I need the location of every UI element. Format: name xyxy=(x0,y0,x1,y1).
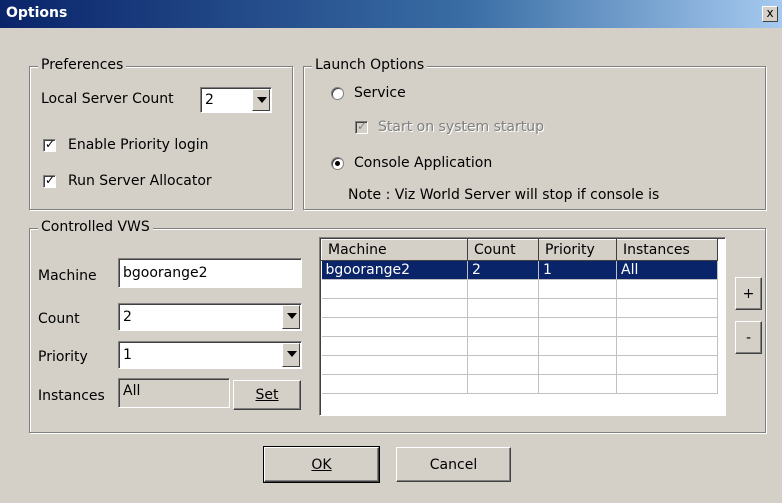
table-row-empty xyxy=(321,336,718,356)
instances-label: Instances xyxy=(38,388,105,404)
preferences-legend: Preferences xyxy=(38,57,127,73)
table-row-empty xyxy=(321,317,718,337)
machine-label: Machine xyxy=(38,268,97,284)
cell-count: 2 xyxy=(467,260,539,280)
console-application-label[interactable]: Console Application xyxy=(354,155,492,171)
preferences-group: Preferences Local Server Count 2 ✓ Enabl… xyxy=(29,57,293,210)
ok-button-label: OK xyxy=(311,456,332,473)
launch-options-group: Launch Options Service ✓ Start on system… xyxy=(303,57,766,210)
table-header-row: Machine Count Priority Instances xyxy=(321,239,718,261)
close-button[interactable]: x xyxy=(762,6,778,22)
enable-priority-login-checkbox[interactable]: ✓ xyxy=(43,137,56,152)
minus-icon: - xyxy=(745,329,752,346)
start-on-startup-label: Start on system startup xyxy=(378,119,544,135)
column-header-machine[interactable]: Machine xyxy=(321,239,468,261)
set-button[interactable]: Set xyxy=(233,380,301,410)
remove-button[interactable]: - xyxy=(735,321,762,354)
radio-dot-icon xyxy=(335,161,340,166)
machine-input-value: bgoorange2 xyxy=(123,265,208,281)
launch-note: Note : Viz World Server will stop if con… xyxy=(348,187,660,203)
set-button-label: Set xyxy=(255,387,279,403)
enable-priority-login-label[interactable]: Enable Priority login xyxy=(68,137,209,153)
local-server-count-select[interactable]: 2 xyxy=(200,87,272,113)
ok-button[interactable]: OK xyxy=(263,446,380,483)
column-header-priority[interactable]: Priority xyxy=(538,239,617,261)
vws-table: Machine Count Priority Instances bgooran… xyxy=(321,239,718,394)
local-server-count-value: 2 xyxy=(205,92,214,108)
title-bar: Options x xyxy=(0,0,782,28)
chevron-down-icon[interactable] xyxy=(282,343,300,367)
local-server-count-label: Local Server Count xyxy=(41,91,174,107)
column-header-count[interactable]: Count xyxy=(467,239,539,261)
table-row[interactable]: bgoorange2 2 1 All xyxy=(321,260,718,280)
priority-value: 1 xyxy=(123,347,132,363)
run-server-allocator-checkbox[interactable]: ✓ xyxy=(43,173,56,188)
cell-priority: 1 xyxy=(538,260,617,280)
cell-instances: All xyxy=(616,260,718,280)
check-icon: ✓ xyxy=(357,119,368,133)
window-title: Options xyxy=(6,5,68,21)
close-icon: x xyxy=(766,6,774,20)
column-header-instances[interactable]: Instances xyxy=(616,239,718,261)
chevron-down-icon[interactable] xyxy=(252,89,270,111)
service-label[interactable]: Service xyxy=(354,85,406,101)
priority-label: Priority xyxy=(38,349,88,365)
controlled-vws-legend: Controlled VWS xyxy=(38,219,153,235)
vws-list[interactable]: Machine Count Priority Instances bgooran… xyxy=(319,237,726,416)
cancel-button[interactable]: Cancel xyxy=(396,447,511,482)
controlled-vws-group: Controlled VWS Machine bgoorange2 Count … xyxy=(29,219,766,433)
console-application-radio[interactable] xyxy=(331,157,344,170)
start-on-startup-checkbox[interactable]: ✓ xyxy=(355,119,368,134)
count-value: 2 xyxy=(123,309,132,325)
plus-icon: + xyxy=(742,285,755,302)
table-row-empty xyxy=(321,298,718,318)
priority-select[interactable]: 1 xyxy=(118,341,302,369)
table-row-empty xyxy=(321,374,718,394)
run-server-allocator-label[interactable]: Run Server Allocator xyxy=(68,173,212,189)
add-button[interactable]: + xyxy=(735,277,762,310)
table-row-empty xyxy=(321,355,718,375)
check-icon: ✓ xyxy=(45,137,56,151)
table-row-empty xyxy=(321,279,718,299)
cell-machine: bgoorange2 xyxy=(321,260,468,280)
instances-field: All xyxy=(118,378,230,408)
count-label: Count xyxy=(38,311,80,327)
count-select[interactable]: 2 xyxy=(118,303,302,331)
machine-input[interactable]: bgoorange2 xyxy=(118,258,302,288)
service-radio[interactable] xyxy=(331,87,344,100)
check-icon: ✓ xyxy=(45,173,56,187)
instances-value: All xyxy=(123,383,141,399)
chevron-down-icon[interactable] xyxy=(282,305,300,329)
cancel-button-label: Cancel xyxy=(429,456,478,473)
launch-options-legend: Launch Options xyxy=(312,57,428,73)
